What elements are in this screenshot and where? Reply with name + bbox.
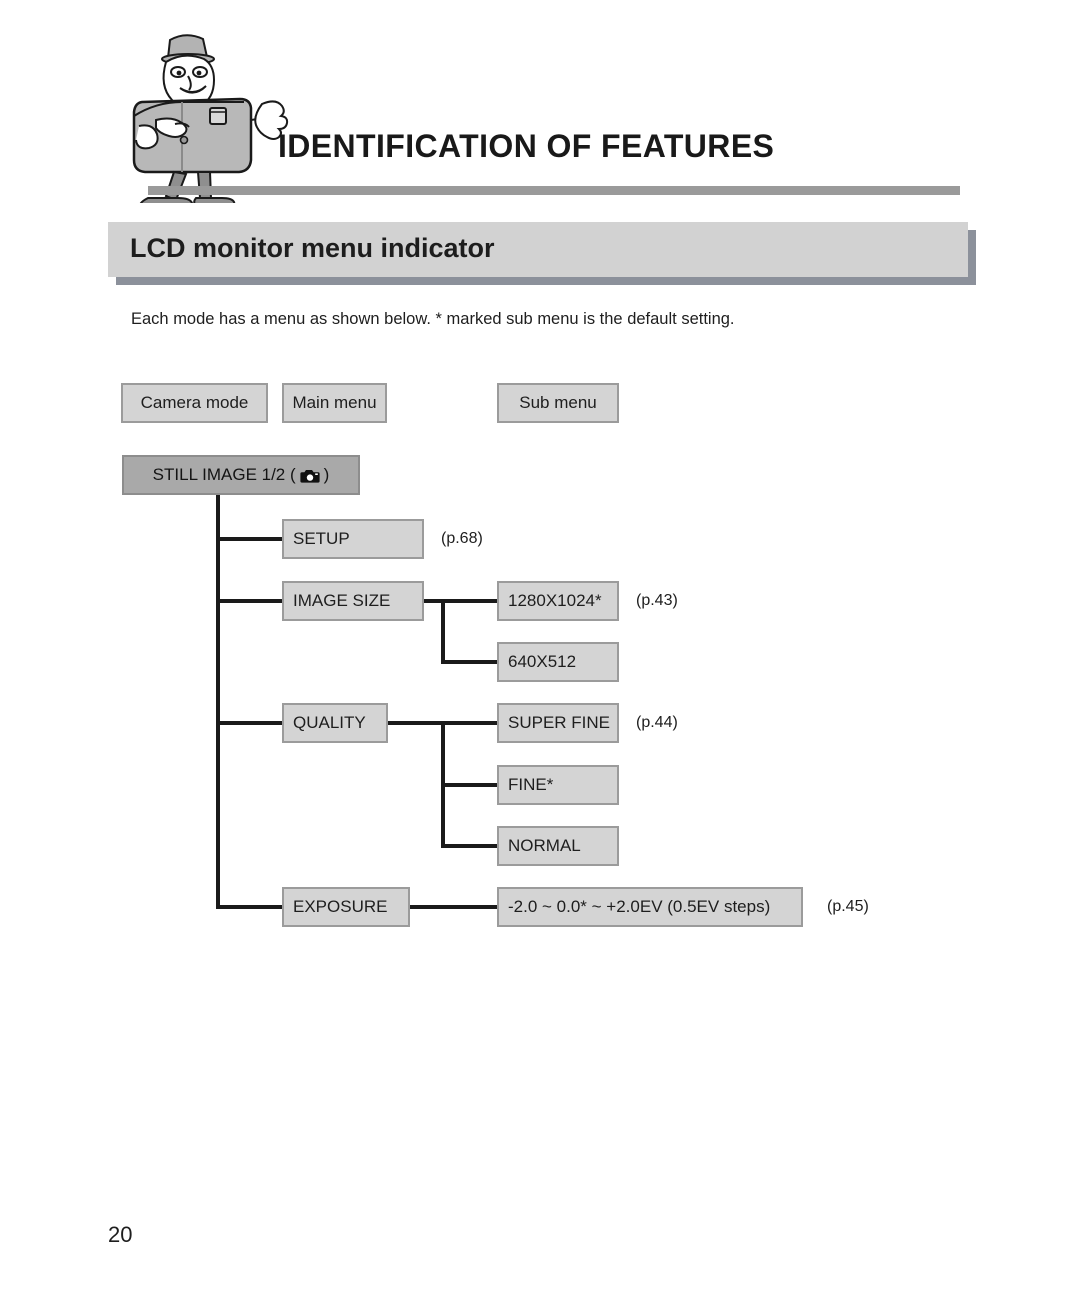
menu-node-exposure[interactable]: EXPOSURE [282, 887, 410, 927]
page-ref-exposure: (p.45) [827, 898, 869, 915]
camera-icon [299, 468, 321, 484]
submenu-node-normal-label: NORMAL [508, 836, 581, 855]
trunk-line [216, 495, 220, 909]
submenu-node-exposure-range[interactable]: -2.0 ~ 0.0* ~ +2.0EV (0.5EV steps) [497, 887, 803, 927]
branch-line-exposure [216, 905, 284, 909]
submenu-stem-exposure [410, 905, 499, 909]
section-title-bar: LCD monitor menu indicator [108, 222, 976, 285]
menu-node-exposure-label: EXPOSURE [293, 897, 388, 916]
submenu-spine-quality [441, 721, 445, 844]
column-header-camera-mode-label: Camera mode [140, 393, 249, 412]
mode-box-label-close: ) [323, 465, 330, 484]
submenu-line-normal [441, 844, 499, 848]
submenu-node-1280x1024[interactable]: 1280X1024* [497, 581, 619, 621]
section-title-text: LCD monitor menu indicator [130, 233, 495, 263]
submenu-stem-quality [388, 721, 499, 725]
section-title-panel: LCD monitor menu indicator [108, 222, 968, 277]
mode-box-still-image[interactable]: STILL IMAGE 1/2 ( ) [122, 455, 360, 495]
page-ref-setup: (p.68) [441, 530, 483, 547]
page-header: IDENTIFICATION OF FEATURES [0, 0, 1080, 215]
page-title: IDENTIFICATION OF FEATURES [278, 128, 775, 164]
menu-node-image-size-label: IMAGE SIZE [293, 591, 391, 610]
intro-text: Each mode has a menu as shown below. * m… [131, 310, 735, 328]
menu-node-quality[interactable]: QUALITY [282, 703, 388, 743]
column-header-main-menu: Main menu [282, 383, 387, 423]
submenu-node-normal[interactable]: NORMAL [497, 826, 619, 866]
page-ref-quality: (p.44) [636, 714, 678, 731]
footer-page-number: 20 [108, 1222, 133, 1247]
submenu-node-640x512[interactable]: 640X512 [497, 642, 619, 682]
column-header-sub-menu-label: Sub menu [519, 393, 597, 412]
column-header-sub-menu: Sub menu [497, 383, 619, 423]
menu-node-quality-label: QUALITY [293, 713, 366, 732]
submenu-line-640x512 [441, 660, 499, 664]
submenu-spine-image-size [441, 599, 445, 661]
submenu-node-fine[interactable]: FINE* [497, 765, 619, 805]
header-divider [148, 186, 960, 195]
submenu-stem-image-size [424, 599, 499, 603]
submenu-node-exposure-range-label: -2.0 ~ 0.0* ~ +2.0EV (0.5EV steps) [508, 897, 771, 916]
menu-node-setup[interactable]: SETUP [282, 519, 424, 559]
page-ref-image-size: (p.43) [636, 592, 678, 609]
camera-mascot-icon [112, 28, 292, 215]
submenu-node-super-fine-label: SUPER FINE [508, 713, 611, 732]
branch-line-quality [216, 721, 284, 725]
menu-node-setup-label: SETUP [293, 529, 350, 548]
branch-line-image-size [216, 599, 284, 603]
column-header-camera-mode: Camera mode [121, 383, 268, 423]
submenu-node-fine-label: FINE* [508, 775, 554, 794]
submenu-node-super-fine[interactable]: SUPER FINE [497, 703, 619, 743]
column-header-main-menu-label: Main menu [292, 393, 377, 412]
submenu-node-1280x1024-label: 1280X1024* [508, 591, 602, 610]
menu-node-image-size[interactable]: IMAGE SIZE [282, 581, 424, 621]
mode-box-label: STILL IMAGE 1/2 ( [152, 465, 296, 484]
submenu-node-640x512-label: 640X512 [508, 652, 577, 671]
submenu-line-fine [441, 783, 499, 787]
branch-line-setup [216, 537, 284, 541]
